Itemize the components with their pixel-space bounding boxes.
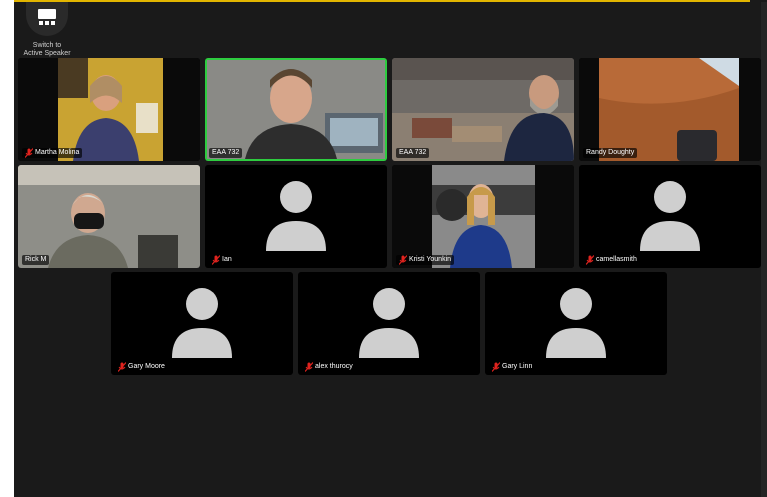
avatar-placeholder-icon: [546, 288, 606, 358]
microphone-muted-icon: [25, 148, 33, 158]
participant-name: Kristi Younkin: [409, 256, 452, 263]
microphone-muted-icon: [212, 255, 220, 265]
microphone-muted-icon: [305, 362, 313, 372]
participant-name-tag: Gary Linn: [489, 362, 536, 372]
video-tile-martha-molina[interactable]: Martha Molina: [18, 58, 200, 161]
participant-video: [18, 165, 200, 268]
microphone-muted-icon: [399, 255, 407, 265]
participant-name: EAA 732: [212, 149, 240, 156]
video-tile-eaa-732-room[interactable]: EAA 732: [392, 58, 574, 161]
participant-name: EAA 732: [399, 149, 427, 156]
video-tile-ian[interactable]: Ian: [205, 165, 387, 268]
avatar-placeholder-icon: [640, 181, 700, 251]
participant-name-tag: camellasmith: [583, 255, 640, 265]
video-tile-eaa-732-active[interactable]: EAA 732: [205, 58, 387, 161]
participant-name: Randy Doughty: [586, 149, 635, 156]
participant-name: Rick M: [25, 256, 47, 263]
participant-video: [579, 58, 761, 161]
video-tile-kristi-younkin[interactable]: Kristi Younkin: [392, 165, 574, 268]
video-tile-rick-m[interactable]: Rick M: [18, 165, 200, 268]
avatar-placeholder-icon: [172, 288, 232, 358]
avatar-placeholder-icon: [359, 288, 419, 358]
microphone-muted-icon: [118, 362, 126, 372]
participant-name: Gary Linn: [502, 363, 533, 370]
participant-name-tag: Kristi Younkin: [396, 255, 455, 265]
left-margin: [0, 0, 14, 497]
switch-to-active-speaker-button[interactable]: Switch to Active Speaker: [14, 2, 80, 58]
participant-name-tag: Rick M: [22, 255, 50, 265]
video-tile-camellasmith[interactable]: camellasmith: [579, 165, 761, 268]
participant-name: alex thurocy: [315, 363, 353, 370]
participant-video: [18, 58, 200, 161]
video-tile-randy-doughty[interactable]: Randy Doughty: [579, 58, 761, 161]
participant-video: [207, 60, 385, 159]
video-tile-gary-linn[interactable]: Gary Linn: [485, 272, 667, 375]
switch-view-label: Switch to Active Speaker: [23, 42, 71, 57]
participant-name-tag: EAA 732: [209, 148, 243, 158]
microphone-muted-icon: [586, 255, 594, 265]
participant-name-tag: Ian: [209, 255, 235, 265]
participant-name: Martha Molina: [35, 149, 80, 156]
video-tile-alex-thurocy[interactable]: alex thurocy: [298, 272, 480, 375]
window-top-accent: [0, 0, 750, 2]
participant-name: Gary Moore: [128, 363, 165, 370]
participant-name-tag: EAA 732: [396, 148, 430, 158]
gallery-view-icon: [38, 9, 56, 25]
participant-name-tag: alex thurocy: [302, 362, 356, 372]
participant-name: camellasmith: [596, 256, 637, 263]
participant-name: Ian: [222, 256, 232, 263]
right-scroll-gutter: [761, 2, 767, 497]
participant-name-tag: Martha Molina: [22, 148, 83, 158]
participant-name-tag: Randy Doughty: [583, 148, 638, 158]
microphone-muted-icon: [492, 362, 500, 372]
participant-video: [392, 58, 574, 161]
participant-video: [392, 165, 574, 268]
video-tile-gary-moore[interactable]: Gary Moore: [111, 272, 293, 375]
avatar-placeholder-icon: [266, 181, 326, 251]
participant-name-tag: Gary Moore: [115, 362, 168, 372]
